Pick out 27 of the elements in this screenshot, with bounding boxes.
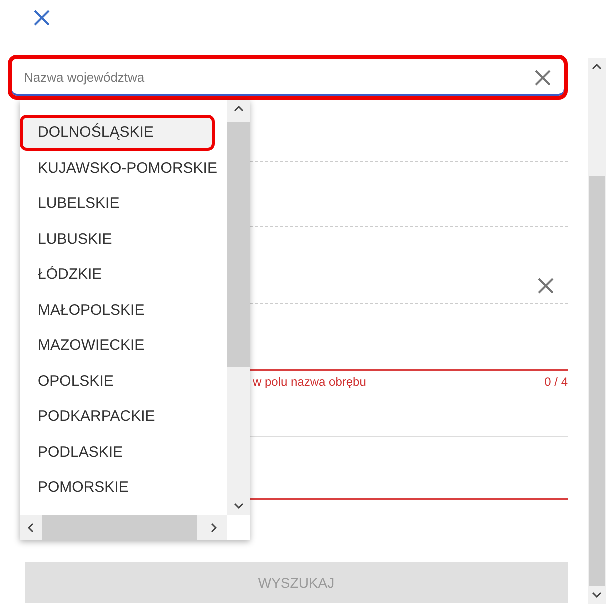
scroll-up-icon[interactable] xyxy=(592,64,602,70)
close-icon[interactable] xyxy=(33,9,51,27)
dropdown-option[interactable]: MAZOWIECKIE xyxy=(20,328,227,364)
clear-icon[interactable] xyxy=(537,277,555,295)
scroll-down-icon[interactable] xyxy=(592,592,602,598)
list-scrollbar[interactable] xyxy=(227,100,250,515)
province-search-field[interactable]: Nazwa województwa xyxy=(8,55,568,100)
dropdown-option[interactable]: POMORSKIE xyxy=(20,470,227,506)
error-message: w polu nazwa obrębu xyxy=(253,375,366,391)
dropdown-option[interactable]: ŁÓDZKIE xyxy=(20,257,227,292)
scroll-left-icon[interactable] xyxy=(28,522,34,532)
scroll-right-icon[interactable] xyxy=(211,522,217,532)
scroll-up-icon[interactable] xyxy=(234,106,244,112)
dropdown-option[interactable]: DOLNOŚLĄSKIE xyxy=(20,115,215,150)
search-input[interactable]: Nazwa województwa xyxy=(22,69,534,86)
horizontal-scrollbar[interactable] xyxy=(20,515,227,540)
dropdown-option[interactable]: PODLASKIE xyxy=(20,434,227,470)
scroll-down-icon[interactable] xyxy=(234,503,244,509)
dropdown-option[interactable]: PODKARPACKIE xyxy=(20,399,227,434)
dropdown-option[interactable]: LUBUSKIE xyxy=(20,222,227,257)
dropdown-option[interactable]: KUJAWSKO-POMORSKIE xyxy=(20,150,227,186)
dropdown-option[interactable]: MAŁOPOLSKIE xyxy=(20,292,227,328)
page-scrollbar[interactable] xyxy=(588,58,606,604)
dropdown-option[interactable]: OPOLSKIE xyxy=(20,364,227,399)
clear-icon[interactable] xyxy=(534,68,552,86)
dropdown-option[interactable]: LUBELSKIE xyxy=(20,186,227,222)
character-counter: 0 / 4 xyxy=(544,375,568,391)
